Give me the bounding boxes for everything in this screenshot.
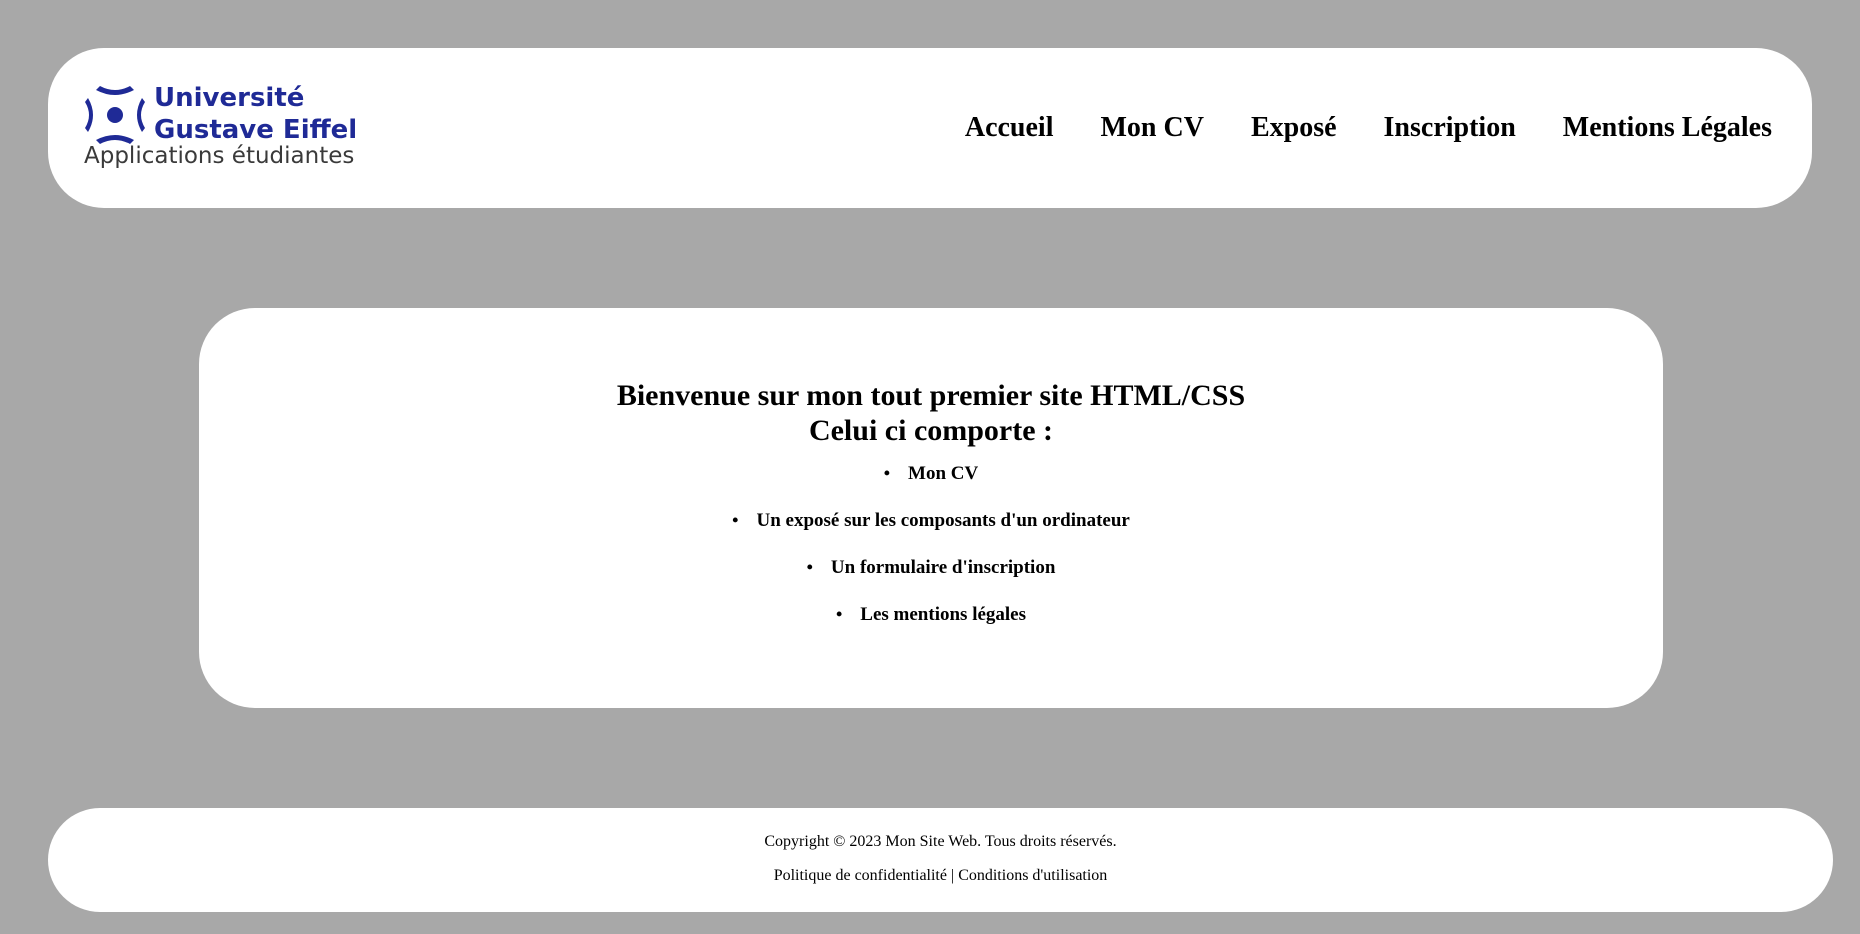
copyright-text: Copyright © 2023 Mon Site Web. Tous droi… <box>764 833 1117 850</box>
main-content: Bienvenue sur mon tout premier site HTML… <box>199 308 1663 708</box>
list-item-label: Un exposé sur les composants d'un ordina… <box>756 510 1130 531</box>
bullet-icon: • <box>732 510 739 530</box>
university-name-line1: Université <box>154 83 305 113</box>
logo-subtitle: Applications étudiantes <box>84 143 355 169</box>
university-logo[interactable]: Université Gustave Eiffel Applications é… <box>84 82 384 184</box>
list-item: • Un formulaire d'inscription <box>199 556 1663 579</box>
list-item-label: Les mentions légales <box>860 604 1027 625</box>
bullet-icon: • <box>883 463 891 483</box>
page-title-line1: Bienvenue sur mon tout premier site HTML… <box>616 379 1246 412</box>
site-footer: Copyright © 2023 Mon Site Web. Tous droi… <box>48 808 1833 912</box>
list-item-label: Un formulaire d'inscription <box>830 557 1056 578</box>
university-name: Université Gustave Eiffel <box>154 82 357 146</box>
privacy-policy-link[interactable]: Politique de confidentialité <box>774 867 947 884</box>
list-item: • Les mentions légales <box>199 603 1663 626</box>
list-item: • Mon CV <box>199 462 1663 485</box>
terms-of-use-link[interactable]: Conditions d'utilisation <box>958 867 1107 884</box>
university-emblem-icon <box>85 86 145 144</box>
nav-link-expose[interactable]: Exposé <box>1251 112 1337 144</box>
nav-link-mentions-legales[interactable]: Mentions Légales <box>1563 112 1772 144</box>
page-title: Bienvenue sur mon tout premier site HTML… <box>199 378 1663 448</box>
nav-link-mon-cv[interactable]: Mon CV <box>1101 112 1204 144</box>
nav-link-accueil[interactable]: Accueil <box>965 112 1054 144</box>
site-header: Université Gustave Eiffel Applications é… <box>48 48 1812 208</box>
list-item-label: Mon CV <box>908 463 979 484</box>
footer-separator: | <box>950 867 955 884</box>
policy-links: Politique de confidentialité | Condition… <box>48 867 1833 885</box>
feature-list: • Mon CV • Un exposé sur les composants d'… <box>199 462 1663 626</box>
bullet-icon: • <box>806 557 813 577</box>
nav-link-inscription[interactable]: Inscription <box>1384 112 1516 144</box>
main-nav: Accueil Mon CV Exposé Inscription Mentio… <box>918 112 1772 144</box>
bullet-icon: • <box>835 604 843 624</box>
page-title-line2: Celui ci comporte : <box>808 414 1054 447</box>
list-item: • Un exposé sur les composants d'un ordin… <box>199 509 1663 532</box>
